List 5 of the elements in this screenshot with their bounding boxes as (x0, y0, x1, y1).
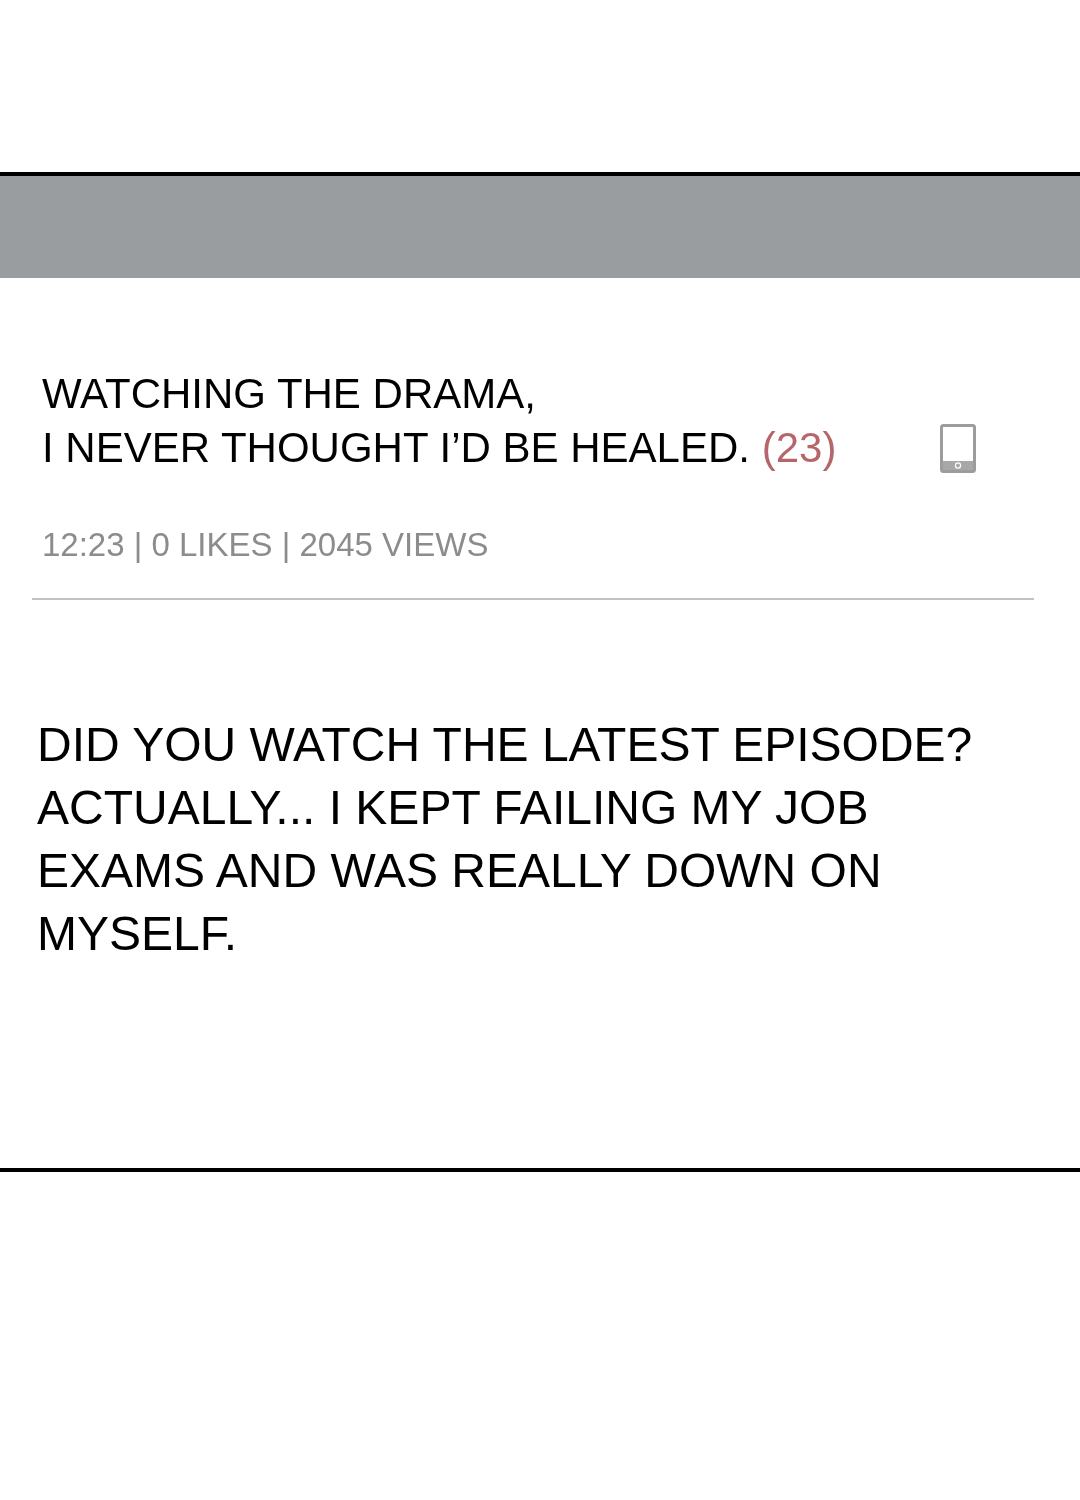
post-title: WATCHING THE DRAMA, I NEVER THOUGHT I’D BE HEALED. (42, 370, 750, 471)
comment-count: (23) (761, 424, 837, 471)
post-meta: 12:23 | 0 LIKES | 2045 VIEWS (42, 525, 489, 565)
mobile-phone-icon (940, 424, 976, 473)
post-body: DID YOU WATCH THE LATEST EPISODE? ACTUALLY... I KEPT FAILING MY JOB EXAMS AND WAS REALLY DOWN ON MYSELF. (37, 717, 974, 962)
